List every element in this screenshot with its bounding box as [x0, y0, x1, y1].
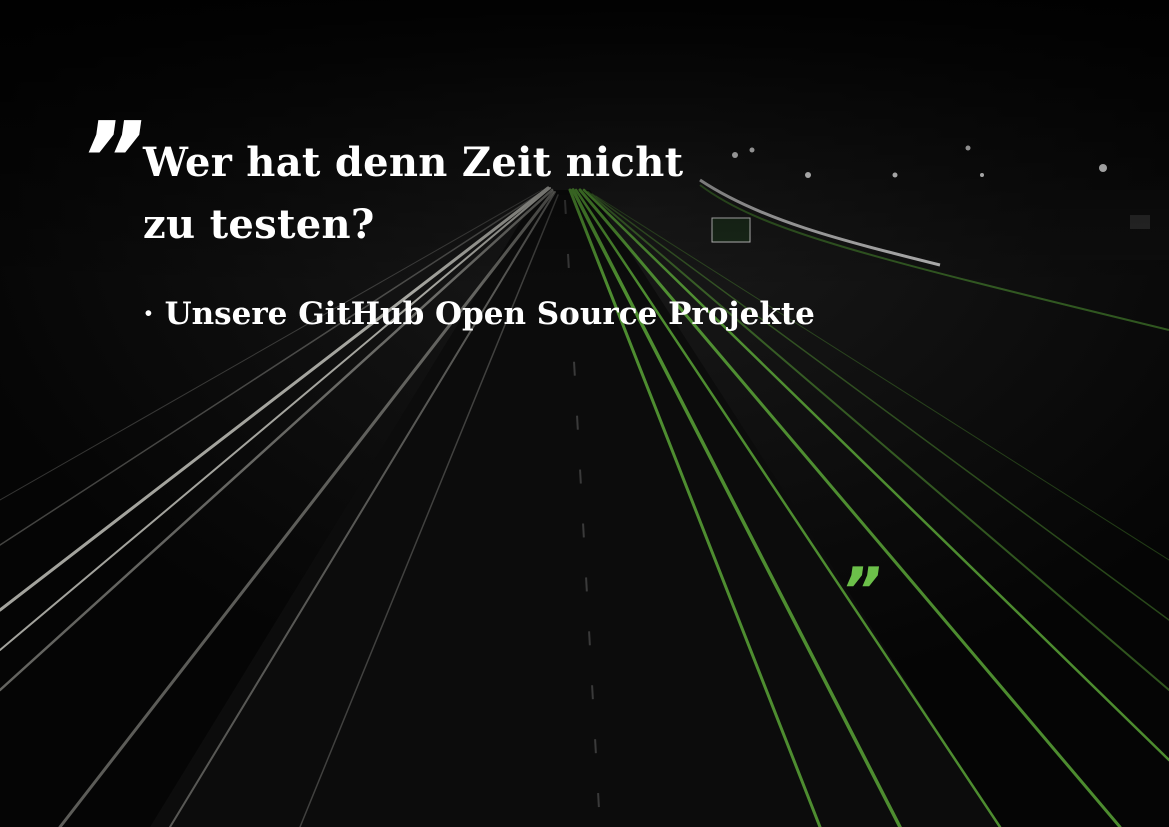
headline-line-2: zu testen? — [143, 201, 375, 248]
opening-quote-mark: ” — [69, 99, 155, 221]
closing-quote-mark: ” — [834, 555, 888, 629]
headline: Wer hat denn Zeit nicht zu testen? — [143, 132, 683, 256]
bullet-text: Unsere GitHub Open Source Projekte — [164, 296, 815, 332]
bullet-marker: · — [143, 296, 154, 332]
headline-line-1: Wer hat denn Zeit nicht — [143, 139, 684, 186]
highway-night-background — [0, 0, 1169, 827]
bullet-point: · Unsere GitHub Open Source Projekte — [143, 294, 815, 334]
